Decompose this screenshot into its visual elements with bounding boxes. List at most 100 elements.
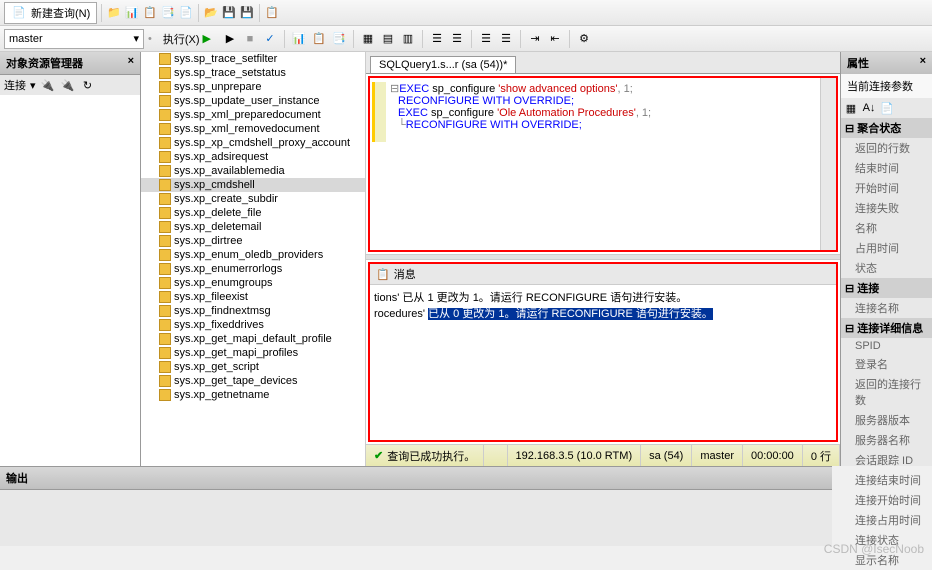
- connect-icon-1[interactable]: 🔌: [40, 77, 56, 93]
- tree-item[interactable]: sys.xp_enumerrorlogs: [141, 262, 365, 276]
- tb-icon-1[interactable]: 📁: [106, 5, 122, 21]
- proc-icon: [159, 347, 171, 359]
- tree-item[interactable]: sys.xp_get_mapi_default_profile: [141, 332, 365, 346]
- tree-item-label: sys.xp_enumgroups: [174, 277, 272, 289]
- tb2-icon-1[interactable]: 📊: [291, 31, 307, 47]
- db-selected-text: master: [9, 33, 43, 45]
- stop-icon[interactable]: ■: [242, 31, 258, 47]
- editor-scrollbar[interactable]: [820, 78, 836, 250]
- tree-item[interactable]: sys.xp_enum_oledb_providers: [141, 248, 365, 262]
- results-text-icon[interactable]: ▤: [380, 31, 396, 47]
- tree-item-label: sys.sp_unprepare: [174, 81, 261, 93]
- properties-subtitle: 当前连接参数: [841, 74, 932, 98]
- prop-end-time: 结束时间: [841, 158, 932, 178]
- sql-editor[interactable]: ⊟EXEC sp_configure 'show advanced option…: [368, 76, 838, 252]
- tree-item-label: sys.xp_getnetname: [174, 389, 269, 401]
- tree-item[interactable]: sys.sp_trace_setfilter: [141, 52, 365, 66]
- uncomment-icon[interactable]: ☰: [498, 31, 514, 47]
- tree-item[interactable]: sys.xp_get_tape_devices: [141, 374, 365, 388]
- tree-item[interactable]: sys.xp_enumgroups: [141, 276, 365, 290]
- tb2-icon-2[interactable]: 📋: [311, 31, 327, 47]
- tree-item[interactable]: sys.xp_dirtree: [141, 234, 365, 248]
- tree-item-label: sys.xp_findnextmsg: [174, 305, 271, 317]
- close-icon[interactable]: ×: [920, 55, 926, 71]
- new-query-button[interactable]: 📄 新建查询(N): [4, 2, 97, 24]
- save-icon[interactable]: 💾: [221, 5, 237, 21]
- output-panel: 输出: [0, 466, 832, 546]
- categorize-icon[interactable]: ▦: [843, 100, 859, 116]
- connect-icon-2[interactable]: 🔌: [60, 77, 76, 93]
- tree-item-label: sys.sp_xp_cmdshell_proxy_account: [174, 137, 350, 149]
- pages-icon[interactable]: 📄: [879, 100, 895, 116]
- tree-item[interactable]: sys.xp_adsirequest: [141, 150, 365, 164]
- prop-start-time: 开始时间: [841, 178, 932, 198]
- prop-cat-connection[interactable]: ⊟连接: [841, 278, 932, 298]
- proc-icon: [159, 375, 171, 387]
- connect-row[interactable]: 连接 ▾ 🔌 🔌 ↻: [0, 75, 140, 95]
- proc-icon: [159, 109, 171, 121]
- tree-item[interactable]: sys.sp_xp_cmdshell_proxy_account: [141, 136, 365, 150]
- prop-name: 名称: [841, 218, 932, 238]
- execute-button[interactable]: 执行(X) ▶: [156, 28, 218, 50]
- proc-icon: [159, 389, 171, 401]
- tree-item[interactable]: sys.xp_create_subdir: [141, 192, 365, 206]
- tree-item[interactable]: sys.xp_deletemail: [141, 220, 365, 234]
- procedure-tree[interactable]: sys.sp_trace_setfiltersys.sp_trace_setst…: [141, 52, 366, 466]
- tree-item[interactable]: sys.sp_xml_preparedocument: [141, 108, 365, 122]
- editor-tab[interactable]: SQLQuery1.s...r (sa (54))*: [370, 56, 516, 73]
- tb-icon-3[interactable]: 📋: [142, 5, 158, 21]
- tree-item[interactable]: sys.xp_availablemedia: [141, 164, 365, 178]
- results-file-icon[interactable]: ▥: [400, 31, 416, 47]
- open-icon[interactable]: 📂: [203, 5, 219, 21]
- tree-item[interactable]: sys.xp_get_script: [141, 360, 365, 374]
- tb2-icon-13[interactable]: ⚙: [576, 31, 592, 47]
- parse-icon[interactable]: ✓: [262, 31, 278, 47]
- status-server: 192.168.3.5 (10.0 RTM): [508, 445, 642, 466]
- debug-icon[interactable]: ▶: [222, 31, 238, 47]
- prop-conn-name: 连接名称: [841, 298, 932, 318]
- tb-icon-9[interactable]: 📋: [264, 5, 280, 21]
- close-icon[interactable]: ×: [128, 55, 134, 71]
- chevron-down-icon: ▾: [30, 79, 36, 92]
- status-rows: 0 行: [803, 445, 840, 466]
- save-all-icon[interactable]: 💾: [239, 5, 255, 21]
- tb-icon-4[interactable]: 📑: [160, 5, 176, 21]
- tree-item[interactable]: sys.xp_fileexist: [141, 290, 365, 304]
- tree-item[interactable]: sys.xp_delete_file: [141, 206, 365, 220]
- tree-item[interactable]: sys.xp_cmdshell: [141, 178, 365, 192]
- tb2-icon-8[interactable]: ☰: [449, 31, 465, 47]
- messages-tab[interactable]: 📋 消息: [370, 264, 836, 285]
- tb-icon-2[interactable]: 📊: [124, 5, 140, 21]
- properties-panel: 属性 × 当前连接参数 ▦ A↓ 📄 ⊟聚合状态 返回的行数 结束时间 开始时间…: [840, 52, 932, 466]
- tree-item[interactable]: sys.sp_unprepare: [141, 80, 365, 94]
- proc-icon: [159, 263, 171, 275]
- results-grid-icon[interactable]: ▦: [360, 31, 376, 47]
- refresh-icon[interactable]: ↻: [80, 77, 96, 93]
- tree-item[interactable]: sys.xp_findnextmsg: [141, 304, 365, 318]
- messages-content[interactable]: tions' 已从 1 更改为 1。请运行 RECONFIGURE 语句进行安装…: [370, 285, 836, 325]
- prop-cat-details[interactable]: ⊟连接详细信息: [841, 318, 932, 338]
- tree-item[interactable]: sys.xp_get_mapi_profiles: [141, 346, 365, 360]
- tree-item-label: sys.sp_xml_removedocument: [174, 123, 320, 135]
- tree-item[interactable]: sys.sp_xml_removedocument: [141, 122, 365, 136]
- sort-icon[interactable]: A↓: [861, 100, 877, 116]
- main-area: 对象资源管理器 × 连接 ▾ 🔌 🔌 ↻ sys.sp_trace_setfil…: [0, 52, 932, 466]
- tb2-icon-7[interactable]: ☰: [429, 31, 445, 47]
- indent-icon[interactable]: ⇥: [527, 31, 543, 47]
- comment-icon[interactable]: ☰: [478, 31, 494, 47]
- proc-icon: [159, 67, 171, 79]
- tree-item[interactable]: sys.sp_update_user_instance: [141, 94, 365, 108]
- tree-item[interactable]: sys.sp_trace_setstatus: [141, 66, 365, 80]
- proc-icon: [159, 333, 171, 345]
- tree-item[interactable]: sys.xp_getnetname: [141, 388, 365, 402]
- tree-item[interactable]: sys.xp_fixeddrives: [141, 318, 365, 332]
- tree-item-label: sys.xp_cmdshell: [174, 179, 255, 191]
- tb-icon-5[interactable]: 📄: [178, 5, 194, 21]
- prop-cat-aggregate[interactable]: ⊟聚合状态: [841, 118, 932, 138]
- outdent-icon[interactable]: ⇤: [547, 31, 563, 47]
- tree-item-label: sys.xp_enumerrorlogs: [174, 263, 282, 275]
- tb2-icon-3[interactable]: 📑: [331, 31, 347, 47]
- splitter[interactable]: [366, 254, 840, 260]
- database-selector[interactable]: master ▾: [4, 29, 144, 49]
- status-bar: ✔ 查询已成功执行。 192.168.3.5 (10.0 RTM) sa (54…: [366, 444, 840, 466]
